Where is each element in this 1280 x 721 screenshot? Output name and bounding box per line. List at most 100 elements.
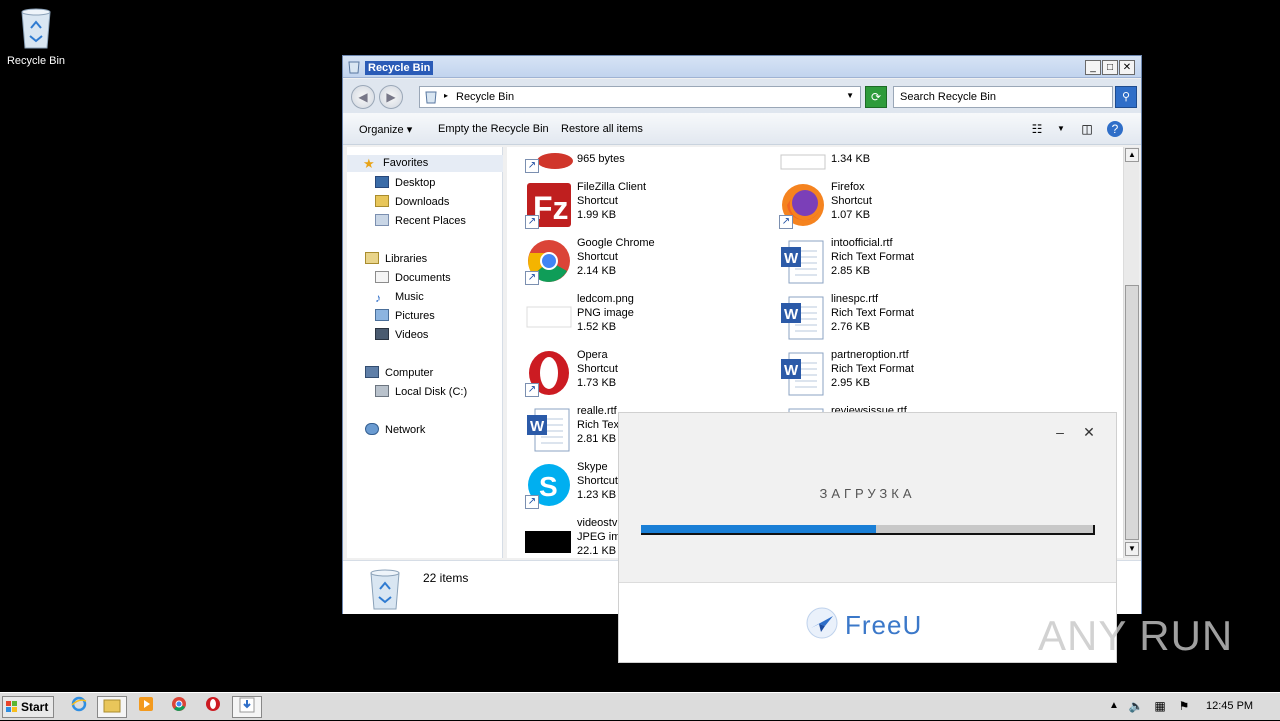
file-icon bbox=[779, 147, 827, 173]
restore-all-button[interactable]: Restore all items bbox=[561, 123, 643, 135]
file-type: Shortcut bbox=[577, 363, 618, 375]
word-document-icon: W bbox=[779, 293, 827, 341]
nav-label: Network bbox=[385, 424, 426, 436]
search-placeholder: Search Recycle Bin bbox=[900, 91, 996, 103]
nav-local-disk[interactable]: Local Disk (C:) bbox=[375, 384, 467, 401]
empty-recycle-bin-button[interactable]: Empty the Recycle Bin bbox=[438, 123, 549, 135]
chrome-icon: ↗ bbox=[525, 237, 573, 285]
nav-music[interactable]: ♪ Music bbox=[375, 289, 424, 306]
system-tray: ▲ 🔈 ▦ ⚑ 12:45 PM bbox=[1100, 696, 1278, 718]
nav-downloads[interactable]: Downloads bbox=[375, 194, 449, 211]
title-bar[interactable]: Recycle Bin _ □ ✕ bbox=[343, 56, 1141, 78]
view-options-icon[interactable]: ☷ bbox=[1029, 121, 1045, 137]
close-button[interactable]: ✕ bbox=[1119, 60, 1135, 75]
media-player-taskbar-icon[interactable] bbox=[131, 696, 161, 718]
minimize-button[interactable]: – bbox=[1051, 423, 1069, 441]
skype-icon: S ↗ bbox=[525, 461, 573, 509]
list-item[interactable]: ↗ 965 bytes bbox=[525, 147, 775, 177]
nav-favorites[interactable]: ★ Favorites bbox=[347, 155, 503, 172]
ie-taskbar-icon[interactable] bbox=[64, 696, 94, 718]
address-field[interactable]: ▸ Recycle Bin ▼ bbox=[419, 86, 861, 108]
nav-recent-places[interactable]: Recent Places bbox=[375, 213, 466, 230]
refresh-button[interactable]: ⟳ bbox=[865, 86, 887, 108]
list-item[interactable]: W partneroption.rtf Rich Text Format 2.9… bbox=[779, 347, 1029, 401]
scroll-up-icon[interactable]: ▲ bbox=[1125, 148, 1139, 162]
nav-label: Libraries bbox=[385, 253, 428, 265]
file-size: 2.95 KB bbox=[831, 377, 871, 389]
back-button[interactable]: ◀ bbox=[351, 85, 375, 109]
computer-icon bbox=[365, 366, 379, 378]
item-count: 22 items bbox=[423, 571, 469, 585]
file-name: partneroption.rtf bbox=[831, 349, 909, 361]
action-center-flag-icon[interactable]: ⚑ bbox=[1176, 698, 1192, 714]
organize-button[interactable]: Organize ▾ bbox=[359, 123, 412, 136]
network-tray-icon[interactable]: ▦ bbox=[1152, 698, 1168, 714]
close-button[interactable]: ✕ bbox=[1080, 423, 1098, 441]
download-taskbar-icon[interactable] bbox=[232, 696, 262, 718]
nav-documents[interactable]: Documents bbox=[375, 270, 451, 287]
file-type: Shortcut bbox=[577, 475, 618, 487]
scroll-down-icon[interactable]: ▼ bbox=[1125, 542, 1139, 556]
nav-videos[interactable]: Videos bbox=[375, 327, 428, 344]
vertical-scrollbar[interactable]: ▲ ▼ bbox=[1123, 147, 1139, 558]
file-name: videostv bbox=[577, 517, 618, 529]
dialog-body: – ✕ ЗАГРУЗКА bbox=[619, 413, 1116, 583]
maximize-button[interactable]: □ bbox=[1102, 60, 1118, 75]
start-label: Start bbox=[21, 700, 49, 714]
desktop-recycle-bin[interactable]: Recycle Bin bbox=[4, 6, 68, 67]
list-item[interactable]: ↗ Google Chrome Shortcut 2.14 KB bbox=[525, 235, 775, 289]
file-size: 2.14 KB bbox=[577, 265, 617, 277]
help-icon[interactable]: ? bbox=[1107, 121, 1123, 137]
svg-text:W: W bbox=[784, 250, 799, 267]
clock[interactable]: 12:45 PM bbox=[1206, 700, 1253, 712]
chevron-down-icon[interactable]: ▼ bbox=[846, 91, 854, 100]
chrome-taskbar-icon[interactable] bbox=[164, 696, 194, 718]
file-name: realle.rtf bbox=[577, 405, 617, 417]
file-name: FileZilla Client bbox=[577, 181, 647, 193]
filezilla-icon: Fz ↗ bbox=[525, 181, 573, 229]
nav-label: Desktop bbox=[395, 177, 436, 189]
list-item[interactable]: W linespc.rtf Rich Text Format 2.76 KB bbox=[779, 291, 1029, 345]
preview-pane-icon[interactable]: ◫ bbox=[1079, 121, 1095, 137]
opera-icon: ↗ bbox=[525, 349, 573, 397]
breadcrumb-arrow-icon[interactable]: ▸ bbox=[444, 91, 448, 100]
nav-network[interactable]: Network bbox=[365, 422, 425, 439]
pictures-icon bbox=[375, 309, 389, 321]
list-item[interactable]: 1.34 KB bbox=[779, 147, 1029, 177]
recycle-bin-icon bbox=[348, 61, 360, 74]
explorer-taskbar-icon[interactable] bbox=[97, 696, 127, 718]
chevron-down-icon[interactable]: ▼ bbox=[1053, 121, 1069, 137]
file-name: Firefox bbox=[831, 181, 865, 193]
documents-icon bbox=[375, 271, 389, 283]
nav-pictures[interactable]: Pictures bbox=[375, 308, 435, 325]
nav-computer[interactable]: Computer bbox=[365, 365, 433, 382]
recycle-bin-icon bbox=[370, 569, 400, 610]
nav-label: Recent Places bbox=[395, 215, 466, 227]
nav-libraries[interactable]: Libraries bbox=[365, 251, 427, 268]
opera-taskbar-icon[interactable] bbox=[198, 696, 228, 718]
nav-label: Downloads bbox=[395, 196, 450, 208]
scroll-thumb[interactable] bbox=[1125, 285, 1139, 540]
list-item[interactable]: ↗ Firefox Shortcut 1.07 KB bbox=[779, 179, 1029, 233]
word-document-icon: W bbox=[525, 405, 573, 453]
search-icon[interactable]: ⚲ bbox=[1115, 86, 1137, 108]
start-button[interactable]: Start bbox=[2, 696, 54, 718]
file-name: intoofficial.rtf bbox=[831, 237, 893, 249]
shortcut-arrow-icon: ↗ bbox=[525, 271, 539, 285]
list-item[interactable]: Fz ↗ FileZilla Client Shortcut 1.99 KB bbox=[525, 179, 775, 233]
volume-icon[interactable]: 🔈 bbox=[1128, 698, 1144, 714]
list-item[interactable]: ledcom.png PNG image 1.52 KB bbox=[525, 291, 775, 345]
list-item[interactable]: W intoofficial.rtf Rich Text Format 2.85… bbox=[779, 235, 1029, 289]
network-icon bbox=[365, 423, 379, 435]
music-icon: ♪ bbox=[375, 291, 381, 305]
minimize-button[interactable]: _ bbox=[1085, 60, 1101, 75]
breadcrumb: Recycle Bin bbox=[456, 91, 515, 103]
shortcut-arrow-icon: ↗ bbox=[525, 383, 539, 397]
disk-icon bbox=[375, 385, 389, 397]
show-hidden-icons-icon[interactable]: ▲ bbox=[1106, 698, 1122, 714]
forward-button[interactable]: ▶ bbox=[379, 85, 403, 109]
shortcut-arrow-icon: ↗ bbox=[525, 159, 539, 173]
list-item[interactable]: ↗ Opera Shortcut 1.73 KB bbox=[525, 347, 775, 401]
nav-desktop[interactable]: Desktop bbox=[375, 175, 435, 192]
search-input[interactable]: Search Recycle Bin bbox=[893, 86, 1113, 108]
